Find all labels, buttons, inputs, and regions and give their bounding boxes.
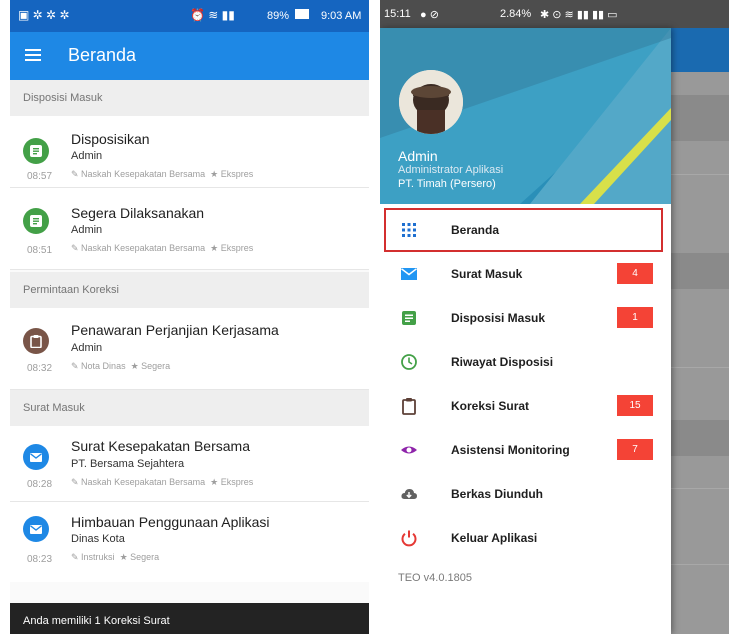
notification-icons: ▣ ✲ ✲ ✲ — [18, 8, 70, 22]
snackbar: Anda memiliki 1 Koreksi Surat — [10, 603, 369, 634]
item-title: Himbauan Penggunaan Aplikasi — [71, 514, 270, 530]
item-category: Instruksi — [81, 552, 115, 562]
item-priority: Ekspres — [220, 243, 254, 253]
item-category: Naskah Kesepakatan Bersama — [81, 477, 206, 487]
clipboard-icon — [402, 398, 416, 415]
mail-icon — [23, 444, 49, 470]
item-priority: Ekspres — [220, 169, 254, 179]
item-meta: ✎ Naskah Kesepakatan Bersama ★ Ekspres — [71, 477, 254, 487]
section-header: Disposisi Masuk — [10, 80, 369, 116]
alarm-wifi-signal-icons: ⏰ ≋ ▮▮ — [190, 8, 235, 22]
section-header: Surat Masuk — [10, 390, 369, 426]
nav-label: Disposisi Masuk — [451, 311, 546, 325]
item-title: Segera Dilaksanakan — [71, 205, 205, 221]
count-badge: 7 — [617, 439, 653, 460]
item-meta: ✎ Nota Dinas ★ Segera — [71, 361, 171, 371]
home-screen: ▣ ✲ ✲ ✲ ⏰ ≋ ▮▮ 89% 9:03 AM Beranda Dispo… — [10, 0, 369, 634]
nav-item-riwayat-disposisi[interactable]: Riwayat Disposisi — [380, 340, 671, 384]
nav-item-koreksi-surat[interactable]: Koreksi Surat 15 — [380, 384, 671, 428]
item-category: Nota Dinas — [81, 361, 126, 371]
item-category: Naskah Kesepakatan Bersama — [81, 169, 206, 179]
nav-item-beranda[interactable]: Beranda — [384, 208, 663, 252]
nav-label: Koreksi Surat — [451, 399, 530, 413]
document-icon — [23, 208, 49, 234]
screenshot-stage: ▣ ✲ ✲ ✲ ⏰ ≋ ▮▮ 89% 9:03 AM Beranda Dispo… — [0, 0, 729, 634]
power-icon — [401, 530, 417, 547]
menu-icon[interactable] — [25, 46, 45, 66]
status-time: 15:11 — [384, 8, 411, 20]
system-icons: ✱ ⊙ ≋ ▮▮ ▮▮ ▭ — [540, 9, 618, 21]
count-badge: 4 — [617, 263, 653, 284]
item-category: Naskah Kesepakatan Bersama — [81, 243, 206, 253]
item-priority: Ekspres — [220, 477, 254, 487]
document-icon — [23, 138, 49, 164]
nav-label: Asistensi Monitoring — [451, 443, 570, 457]
clock-icon — [401, 354, 417, 370]
nav-item-asistensi-monitoring[interactable]: Asistensi Monitoring 7 — [380, 428, 671, 472]
item-meta: ✎ Naskah Kesepakatan Bersama ★ Ekspres — [71, 243, 254, 253]
count-badge: 1 — [617, 307, 653, 328]
nav-item-surat-masuk[interactable]: Surat Masuk 4 — [380, 252, 671, 296]
item-time: 08:28 — [27, 479, 53, 490]
item-meta: ✎ Instruksi ★ Segera — [71, 552, 160, 562]
status-time: 9:03 AM — [321, 10, 362, 22]
mail-icon — [23, 516, 49, 542]
item-priority: Segera — [141, 361, 171, 371]
list-item[interactable]: Disposisikan Admin 08:57 ✎ Naskah Kesepa… — [10, 116, 369, 188]
nav-item-keluar-aplikasi[interactable]: Keluar Aplikasi — [380, 516, 671, 560]
grid-icon — [402, 223, 416, 237]
user-role: Administrator Aplikasi — [398, 164, 504, 176]
list-item[interactable]: Surat Kesepakatan Bersama PT. Bersama Se… — [10, 426, 369, 502]
status-bar: 15:11 ● ⊘ 2.84% ✱ ⊙ ≋ ▮▮ ▮▮ ▭ — [380, 0, 729, 28]
mail-icon — [401, 268, 417, 280]
battery-icon — [295, 9, 309, 19]
item-sender: Admin — [71, 150, 103, 162]
list-item[interactable]: Segera Dilaksanakan Admin 08:51 ✎ Naskah… — [10, 188, 369, 270]
status-bar: ▣ ✲ ✲ ✲ ⏰ ≋ ▮▮ 89% 9:03 AM — [10, 0, 369, 32]
nav-item-berkas-diunduh[interactable]: Berkas Diunduh — [380, 472, 671, 516]
item-priority: Segera — [130, 552, 160, 562]
item-meta: ✎ Naskah Kesepakatan Bersama ★ Ekspres — [71, 169, 254, 179]
item-sender: Admin — [71, 224, 103, 236]
navigation-drawer: Admin Administrator Aplikasi PT. Timah (… — [380, 28, 671, 634]
battery-percent: 89% — [267, 10, 290, 22]
item-sender: Admin — [71, 342, 103, 354]
item-title: Penawaran Perjanjian Kerjasama — [71, 322, 279, 338]
item-time: 08:51 — [27, 245, 53, 256]
item-title: Surat Kesepakatan Bersama — [71, 438, 250, 454]
cloud-download-icon — [401, 489, 417, 499]
nav-label: Keluar Aplikasi — [451, 531, 538, 545]
nav-label: Riwayat Disposisi — [451, 355, 554, 369]
app-bar: Beranda — [10, 32, 369, 80]
user-name: Admin — [398, 148, 438, 164]
document-icon — [402, 311, 416, 325]
item-time: 08:23 — [27, 554, 53, 565]
eye-icon — [401, 446, 417, 454]
app-version: TEO v4.0.1805 — [398, 572, 472, 584]
item-sender: PT. Bersama Sejahtera — [71, 458, 185, 470]
drawer-screen: 15:11 ● ⊘ 2.84% ✱ ⊙ ≋ ▮▮ ▮▮ ▭ Admin Admi… — [380, 0, 729, 634]
list-item[interactable]: Himbauan Penggunaan Aplikasi Dinas Kota … — [10, 502, 369, 582]
nav-label: Surat Masuk — [451, 267, 523, 281]
section-header: Permintaan Koreksi — [10, 272, 369, 308]
user-avatar — [399, 70, 463, 134]
list-item[interactable]: Penawaran Perjanjian Kerjasama Admin 08:… — [10, 308, 369, 390]
clipboard-icon — [23, 328, 49, 354]
chat-alarm-icons: ● ⊘ — [420, 9, 439, 21]
user-organization: PT. Timah (Persero) — [398, 178, 496, 190]
count-badge: 15 — [617, 395, 653, 416]
page-title: Beranda — [68, 45, 137, 65]
drawer-header: Admin Administrator Aplikasi PT. Timah (… — [380, 28, 671, 204]
item-title: Disposisikan — [71, 131, 150, 147]
nav-item-disposisi-masuk[interactable]: Disposisi Masuk 1 — [380, 296, 671, 340]
item-sender: Dinas Kota — [71, 533, 125, 545]
nav-label: Beranda — [451, 223, 500, 237]
item-time: 08:32 — [27, 363, 53, 374]
data-usage: 2.84% — [500, 8, 532, 20]
item-time: 08:57 — [27, 171, 53, 182]
nav-label: Berkas Diunduh — [451, 487, 544, 501]
